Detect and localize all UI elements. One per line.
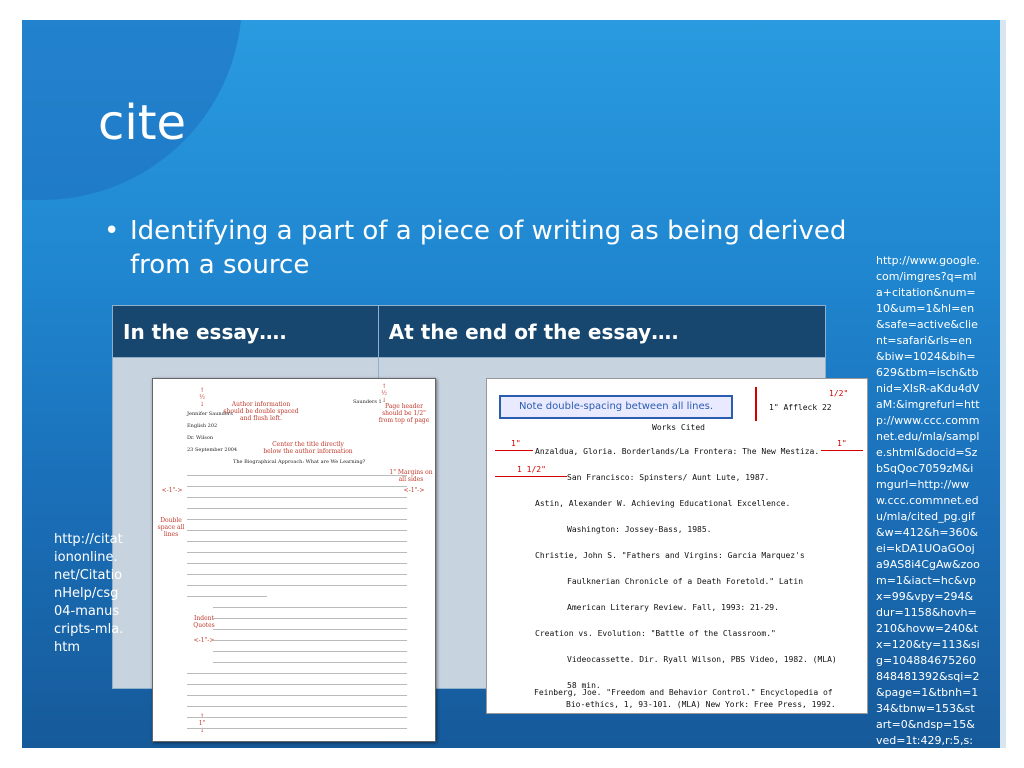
essay-text-line bbox=[187, 486, 407, 487]
entry-line: Bio-ethics, 1, 93-101. (MLA) New York: F… bbox=[566, 700, 836, 709]
essay-text-line bbox=[213, 651, 407, 652]
essay-text-line bbox=[187, 497, 407, 498]
bullet-dot-icon: • bbox=[104, 216, 120, 246]
table-header-end-essay: At the end of the essay…. bbox=[377, 305, 827, 358]
entry-line: Creation vs. Evolution: "Battle of the C… bbox=[535, 629, 776, 638]
works-cited-title: Works Cited bbox=[652, 423, 705, 432]
note-left-margin: <-1"-> bbox=[161, 487, 183, 494]
essay-author: Jennifer Saunders bbox=[187, 411, 233, 417]
entry-line: American Literary Review. Fall, 1993: 21… bbox=[567, 603, 779, 612]
vertical-margin-line bbox=[755, 387, 757, 421]
essay-course: English 202 bbox=[187, 423, 218, 429]
table-header-in-essay: In the essay…. bbox=[112, 305, 379, 358]
essay-text-line bbox=[187, 673, 407, 674]
entry-line: San Francisco: Spinsters/ Aunt Lute, 198… bbox=[567, 473, 770, 482]
entry-line: Christie, John S. "Fathers and Virgins: … bbox=[535, 551, 805, 560]
essay-text-line bbox=[187, 541, 407, 542]
essay-text-line bbox=[187, 508, 407, 509]
right-margin-label: 1" bbox=[837, 439, 847, 448]
essay-text-line bbox=[213, 662, 407, 663]
half-inch-label: 1/2" bbox=[829, 389, 849, 398]
right-edge-bar bbox=[1000, 20, 1006, 748]
essay-text-line bbox=[187, 585, 407, 586]
entry-line: Washington: Jossey-Bass, 1985. bbox=[567, 525, 712, 534]
note-margins: 1" Margins on all sides bbox=[389, 469, 433, 483]
works-page-header: 1" Affleck 22 bbox=[769, 403, 832, 412]
entry-line: Faulknerian Chronicle of a Death Foretol… bbox=[567, 577, 804, 586]
half-inch-arrow-icon: ↑ ½ ↓ bbox=[199, 387, 205, 408]
right-source-url[interactable]: http://www.google.com/imgres?q=mla+citat… bbox=[876, 253, 980, 765]
entry-line: Astin, Alexander W. Achieving Educationa… bbox=[535, 499, 791, 508]
note-author-info: Author information should be double spac… bbox=[223, 401, 299, 422]
essay-text-line bbox=[187, 695, 407, 696]
essay-sample-image: Saunders 1 ↑ ½ ↓ ↑ ½ ↓ Author information sh… bbox=[152, 378, 436, 742]
essay-text-line bbox=[187, 519, 407, 520]
hanging-indent-label: 1 1/2" bbox=[517, 465, 546, 474]
essay-text-line bbox=[213, 607, 407, 608]
essay-text-line bbox=[187, 530, 407, 531]
slide-title: cite bbox=[98, 95, 187, 151]
essay-text-line bbox=[213, 629, 407, 630]
essay-text-line bbox=[187, 728, 407, 729]
note-page-header: Page header should be 1/2" from top of p… bbox=[378, 403, 430, 424]
bullet-text: Identifying a part of a piece of writing… bbox=[130, 216, 847, 280]
essay-instructor: Dr. Wilson bbox=[187, 435, 214, 441]
essay-text-line bbox=[187, 684, 407, 685]
note-double-space: Double space all lines bbox=[157, 517, 185, 538]
essay-text-line bbox=[187, 552, 407, 553]
works-cited-image: Note double-spacing between all lines. 1… bbox=[486, 378, 868, 714]
right-margin-line bbox=[821, 450, 863, 451]
entry-line: Videocassette. Dir. Ryall Wilson, PBS Vi… bbox=[567, 655, 837, 664]
essay-text-line bbox=[187, 706, 407, 707]
essay-text-line bbox=[187, 717, 407, 718]
essay-text-line bbox=[213, 640, 407, 641]
entry-line: Feinberg, Joe. "Freedom and Behavior Con… bbox=[534, 688, 833, 697]
essay-text-line bbox=[187, 563, 407, 564]
essay-date: 23 September 2004 bbox=[187, 447, 238, 453]
essay-title: The Biographical Approach: What are We L… bbox=[233, 459, 366, 465]
left-margin-label: 1" bbox=[511, 439, 521, 448]
essay-text-line bbox=[187, 574, 407, 575]
entry-line: Anzaldua, Gloria. Borderlands/La Fronter… bbox=[535, 447, 820, 456]
double-spacing-note: Note double-spacing between all lines. bbox=[499, 395, 733, 419]
essay-text-line bbox=[187, 596, 267, 597]
note-center-title: Center the title directly below the auth… bbox=[263, 441, 353, 455]
left-source-url[interactable]: http://citationonline.net/CitationHelp/c… bbox=[54, 531, 124, 657]
essay-text-line bbox=[213, 618, 407, 619]
essay-text-line bbox=[187, 475, 407, 476]
half-inch-arrow-icon: ↑ ½ ↓ bbox=[381, 383, 387, 404]
note-right-margin: <-1"-> bbox=[403, 487, 425, 494]
hanging-indent-line bbox=[495, 476, 567, 477]
left-margin-line bbox=[495, 450, 533, 451]
